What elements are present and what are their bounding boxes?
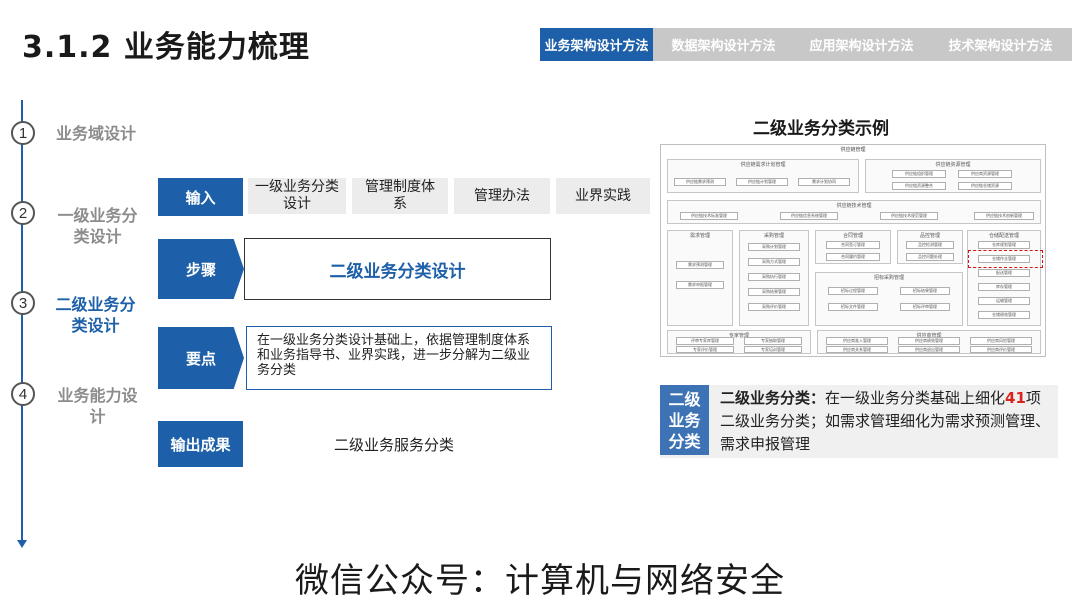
- step-number-1: 1: [11, 121, 35, 145]
- step-label-level1-classification[interactable]: 一级业务分 类设计: [50, 205, 145, 247]
- diagram-block: 专家管理 评审专家库管理 专家抽取管理 专家评价管理 专家培训管理: [667, 330, 811, 354]
- diagram-block: 需求管理 需求预测管理 需求申报管理: [667, 230, 733, 326]
- diagram-block: 品控管理 品控检测管理 品控问题处理: [897, 230, 963, 264]
- key-points-content: 在一级业务分类设计基础上，依据管理制度体系和业务指导书、业界实践，进一步分解为二…: [246, 326, 552, 390]
- diagram-block: 采购管理 采购计划管理 采购方式管理 采购执行管理 采购结果管理 采购评价管理: [739, 230, 809, 326]
- diagram-block: 合同管理 合同签订管理 合同履约管理: [815, 230, 891, 264]
- page-title: 3.1.2 业务能力梳理: [22, 30, 310, 65]
- diagram-top-label: 供应链管理: [840, 147, 866, 153]
- classification-tag: 二级 业务 分类: [660, 385, 709, 455]
- footer-watermark: 微信公众号：计算机与网络安全: [295, 561, 785, 601]
- tab-technology-architecture[interactable]: 技术架构设计方法: [929, 28, 1072, 61]
- tab-data-architecture[interactable]: 数据架构设计方法: [653, 28, 794, 61]
- key-points-tag: 要点: [158, 327, 244, 389]
- input-level1-classification: 一级业务分类 设计: [248, 178, 346, 214]
- step-number-3: 3: [11, 291, 35, 315]
- diagram-block: 供应商管理 供应商准入管理 供应商绩效管理 供应商风险管理 供应商关系管理 供应…: [817, 330, 1041, 354]
- input-management-system: 管理制度体 系: [352, 178, 448, 214]
- tab-business-architecture[interactable]: 业务架构设计方法: [540, 28, 653, 61]
- diagram-block: 仓储配送管理 仓库规划管理 仓储作业管理 配送管理 库存管理 运输管理 仓储绩效…: [967, 230, 1041, 326]
- step-label-domain-design[interactable]: 业务域设计: [50, 123, 142, 144]
- highlight-box: [968, 250, 1043, 268]
- timeline-arrow-icon: [17, 540, 27, 548]
- timeline-line: [21, 100, 23, 542]
- classification-summary: 二级 业务 分类 二级业务分类：在一级业务分类基础上细化41项二级业务分类；如需…: [660, 385, 1058, 458]
- output-content: 二级业务服务分类: [334, 436, 455, 454]
- classification-pre: 在一级业务分类基础上细化: [825, 389, 1006, 407]
- classification-diagram: 供应链管理 供应链需求计划管理 供应链需求预测 供应链计划管理 需求计划协同 供…: [660, 144, 1046, 357]
- method-tabs: 业务架构设计方法 数据架构设计方法 应用架构设计方法 技术架构设计方法: [540, 28, 1072, 61]
- diagram-block: 招标采购管理 招标过程管理 招标结果管理 招标文件管理 招标评审管理: [815, 272, 963, 326]
- diagram-block: 供应链资源管理 供应链组织管理 供应商资源管理 供应链资源整合 供应链仓储资源: [865, 159, 1041, 193]
- input-management-methods: 管理办法: [454, 178, 550, 214]
- step-label-capability-design[interactable]: 业务能力设 计: [50, 385, 145, 427]
- step-tag: 步骤: [158, 239, 244, 299]
- step-number-4: 4: [11, 382, 35, 406]
- input-industry-practice: 业界实践: [556, 178, 650, 214]
- classification-lead: 二级业务分类：: [720, 389, 826, 407]
- step-content: 二级业务分类设计: [244, 238, 551, 300]
- example-title: 二级业务分类示例: [753, 119, 889, 139]
- step-number-2: 2: [11, 201, 35, 225]
- diagram-block: 供应链需求计划管理 供应链需求预测 供应链计划管理 需求计划协同: [667, 159, 859, 193]
- step-label-level2-classification[interactable]: 二级业务分 类设计: [48, 294, 143, 336]
- input-label: 输入: [158, 178, 243, 216]
- diagram-block: 供应链技术管理 供应链技术标准管理 供应链信息系统管理 供应链技术规范管理 供应…: [667, 200, 1041, 224]
- output-tag: 输出成果: [158, 421, 243, 467]
- classification-description: 二级业务分类：在一级业务分类基础上细化41项二级业务分类；如需求管理细化为需求预…: [720, 387, 1050, 456]
- classification-count: 41: [1005, 389, 1026, 407]
- tab-application-architecture[interactable]: 应用架构设计方法: [794, 28, 929, 61]
